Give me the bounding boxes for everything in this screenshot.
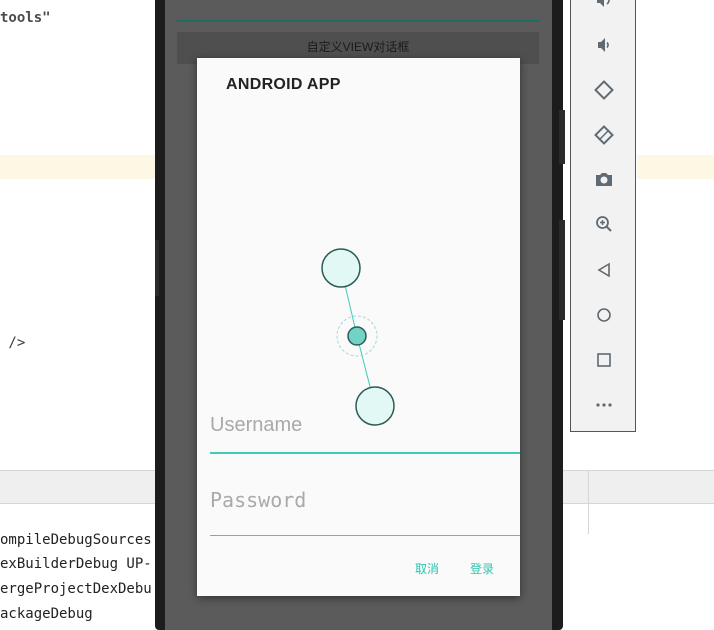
current-line-highlight <box>0 155 157 179</box>
emulator-toolbar <box>570 0 636 432</box>
divider <box>588 470 589 534</box>
volume-up-icon[interactable] <box>571 0 637 18</box>
phone-side-button <box>155 240 159 296</box>
build-log-line: exBuilderDebug UP- <box>0 556 152 572</box>
app-accent-line <box>177 20 539 22</box>
username-field-container <box>210 410 520 454</box>
loader-circle-top <box>321 248 361 288</box>
loader-circle-middle <box>347 326 367 346</box>
password-input[interactable] <box>210 485 520 515</box>
home-icon[interactable] <box>571 297 637 333</box>
phone-power-button <box>559 110 565 164</box>
volume-down-icon[interactable] <box>571 27 637 63</box>
build-log-line: ompileDebugSources <box>0 532 152 548</box>
build-log-line: ergeProjectDexDebu <box>0 581 152 597</box>
more-icon[interactable] <box>571 387 637 423</box>
login-dialog: ANDROID APP 取消 登录 <box>197 58 520 596</box>
overview-icon[interactable] <box>571 342 637 378</box>
username-input[interactable] <box>210 410 520 440</box>
code-editor[interactable]: tools" /> ompileDebugSources exBuilderDe… <box>0 0 157 630</box>
password-field-container <box>210 485 520 536</box>
loading-animation <box>321 248 395 426</box>
dialog-title: ANDROID APP <box>226 76 341 93</box>
phone-volume-button <box>559 220 565 320</box>
camera-icon[interactable] <box>571 161 637 197</box>
rotate-right-icon[interactable] <box>571 117 637 153</box>
build-log-line: ackageDebug <box>0 606 93 622</box>
build-panel-header <box>557 470 714 504</box>
build-panel-header <box>0 470 157 504</box>
zoom-icon[interactable] <box>571 206 637 242</box>
code-line: tools" <box>0 10 51 26</box>
login-button[interactable]: 登录 <box>470 560 494 577</box>
current-line-highlight <box>637 155 714 179</box>
back-icon[interactable] <box>571 252 637 288</box>
cancel-button[interactable]: 取消 <box>415 560 439 577</box>
code-line: /> <box>0 335 26 351</box>
rotate-left-icon[interactable] <box>571 72 637 108</box>
